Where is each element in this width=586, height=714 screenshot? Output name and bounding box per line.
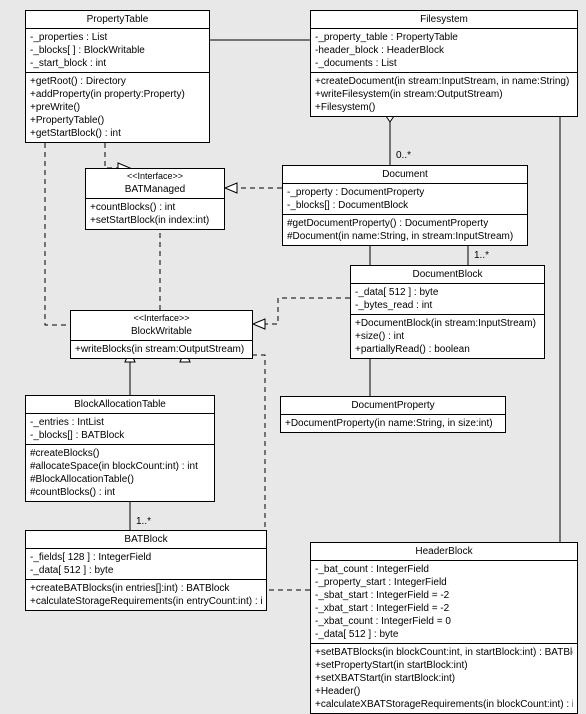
class-title: DocumentProperty	[281, 397, 505, 415]
class-title: Document	[283, 166, 527, 184]
multiplicity-doc-block: 1..*	[474, 250, 489, 261]
class-ops: +writeBlocks(in stream:OutputStream)	[71, 341, 252, 358]
class-propertytable: PropertyTable -_properties : List -_bloc…	[25, 10, 210, 143]
class-blockallocationtable: BlockAllocationTable -_entries : IntList…	[25, 395, 215, 502]
class-ops: #createBlocks() #allocateSpace(in blockC…	[26, 445, 214, 501]
class-ops: +DocumentBlock(in stream:InputStream) +s…	[351, 315, 544, 358]
multiplicity-bat-block: 1..*	[136, 516, 151, 527]
class-attrs: -_bat_count : IntegerField -_property_st…	[311, 561, 577, 644]
class-ops: +getRoot() : Directory +addProperty(in p…	[26, 73, 209, 142]
class-batblock: BATBlock -_fields[ 128 ] : IntegerField …	[25, 530, 267, 611]
class-title: Filesystem	[311, 11, 577, 29]
class-ops: +setBATBlocks(in blockCount:int, in star…	[311, 644, 577, 713]
class-title: DocumentBlock	[351, 266, 544, 284]
class-documentblock: DocumentBlock -_data[ 512 ] : byte -_byt…	[350, 265, 545, 359]
class-ops: #getDocumentProperty() : DocumentPropert…	[283, 215, 527, 245]
class-title: BATBlock	[26, 531, 266, 549]
class-attrs: -_property : DocumentProperty -_blocks[]…	[283, 184, 527, 215]
class-attrs: -_property_table : PropertyTable -header…	[311, 29, 577, 73]
class-documentproperty: DocumentProperty +DocumentProperty(in na…	[280, 396, 506, 433]
class-batmanaged: <<Interface>> BATManaged +countBlocks() …	[85, 168, 225, 230]
class-header: <<Interface>> BlockWritable	[71, 311, 252, 341]
multiplicity-fs-doc: 0..*	[396, 150, 411, 161]
class-ops: +createDocument(in stream:InputStream, i…	[311, 73, 577, 116]
class-document: Document -_property : DocumentProperty -…	[282, 165, 528, 246]
class-ops: +createBATBlocks(in entries[]:int) : BAT…	[26, 580, 266, 610]
class-title: PropertyTable	[26, 11, 209, 29]
class-title: HeaderBlock	[311, 543, 577, 561]
class-ops: +DocumentProperty(in name:String, in siz…	[281, 415, 505, 432]
class-attrs: -_properties : List -_blocks[ ] : BlockW…	[26, 29, 209, 73]
class-attrs: -_fields[ 128 ] : IntegerField -_data[ 5…	[26, 549, 266, 580]
class-attrs: -_data[ 512 ] : byte -_bytes_read : int	[351, 284, 544, 315]
class-ops: +countBlocks() : int +setStartBlock(in i…	[86, 199, 224, 229]
class-filesystem: Filesystem -_property_table : PropertyTa…	[310, 10, 578, 117]
class-title: BlockAllocationTable	[26, 396, 214, 414]
class-headerblock: HeaderBlock -_bat_count : IntegerField -…	[310, 542, 578, 714]
class-header: <<Interface>> BATManaged	[86, 169, 224, 199]
class-attrs: -_entries : IntList -_blocks[] : BATBloc…	[26, 414, 214, 445]
class-blockwritable: <<Interface>> BlockWritable +writeBlocks…	[70, 310, 253, 359]
